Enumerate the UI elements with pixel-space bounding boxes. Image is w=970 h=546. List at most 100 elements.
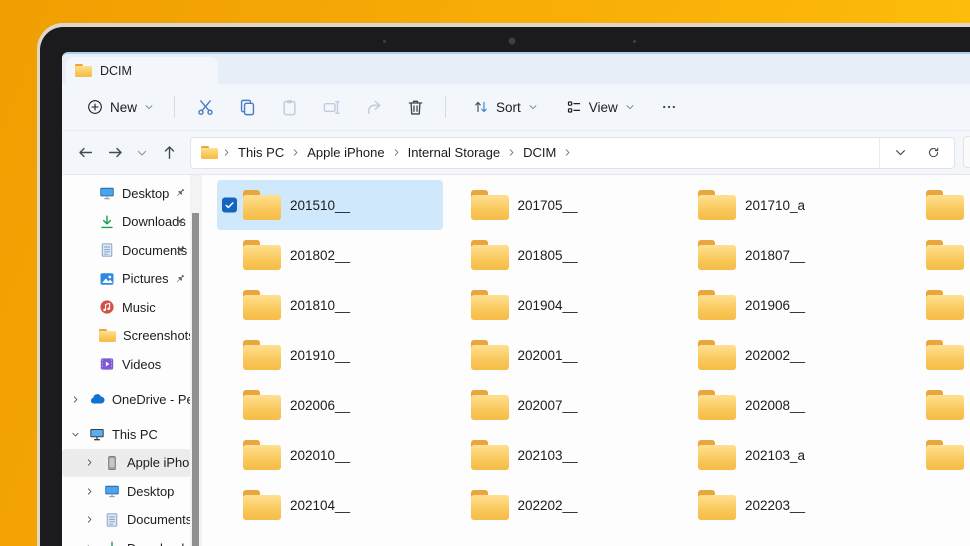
folder-tile-partial[interactable] — [900, 280, 970, 330]
laptop-screen: DCIM New Sort View This PC Apple iPhone … — [62, 52, 970, 546]
sidebar-item-label: Pictures — [122, 271, 169, 287]
folder-tile-201510[interactable]: 201510__ — [217, 180, 443, 230]
copy-button[interactable] — [226, 89, 268, 125]
folder-tile-201910[interactable]: 201910__ — [217, 330, 443, 380]
folder-tile-partial[interactable] — [900, 230, 970, 280]
chevron-right-icon[interactable] — [85, 487, 94, 496]
breadcrumb-item-internal-storage[interactable]: Internal Storage — [405, 145, 504, 160]
folder-tile-202103[interactable]: 202103__ — [445, 430, 671, 480]
folder-tile-202006[interactable]: 202006__ — [217, 380, 443, 430]
folder-tile-202002[interactable]: 202002__ — [672, 330, 898, 380]
view-button[interactable]: View — [556, 89, 645, 125]
forward-button[interactable] — [100, 137, 130, 169]
folder-tile-202001[interactable]: 202001__ — [445, 330, 671, 380]
delete-button[interactable] — [394, 89, 436, 125]
breadcrumb-item-this-pc[interactable]: This PC — [235, 145, 287, 160]
rename-button[interactable] — [310, 89, 352, 125]
share-button[interactable] — [352, 89, 394, 125]
thispc-icon — [89, 426, 105, 442]
folder-tile-201705[interactable]: 201705__ — [445, 180, 671, 230]
sidebar-item-screenshots[interactable]: Screenshots — [62, 322, 191, 351]
document-icon — [104, 512, 120, 528]
pictures-icon — [99, 271, 115, 287]
paste-button[interactable] — [268, 89, 310, 125]
sidebar-item-label: Apple iPhone — [127, 455, 191, 471]
address-dropdown-button[interactable] — [894, 138, 907, 168]
download-icon — [104, 540, 120, 546]
address-bar[interactable]: This PC Apple iPhone Internal Storage DCIM — [190, 136, 955, 169]
folder-tile-201807[interactable]: 201807__ — [672, 230, 898, 280]
folder-icon — [698, 490, 736, 520]
toolbar-divider — [174, 96, 176, 118]
new-button-label: New — [110, 99, 138, 115]
music-icon — [99, 299, 115, 315]
folder-tile-201710-a[interactable]: 201710_a — [672, 180, 898, 230]
sidebar-item-desktop[interactable]: Desktop — [62, 179, 191, 208]
chevron-right-icon[interactable] — [85, 515, 94, 524]
folder-tile-partial[interactable] — [900, 180, 970, 230]
search-box[interactable] — [963, 136, 970, 168]
sidebar-item-documents[interactable]: Documents — [62, 236, 191, 265]
folder-tile-202008[interactable]: 202008__ — [672, 380, 898, 430]
sidebar-item-videos[interactable]: Videos — [62, 350, 191, 379]
folder-tile-201810[interactable]: 201810__ — [217, 280, 443, 330]
chevron-right-icon[interactable] — [85, 458, 94, 467]
refresh-button[interactable] — [927, 138, 940, 168]
sidebar-item-this-pc[interactable]: This PC — [62, 420, 191, 449]
folder-icon — [243, 490, 281, 520]
microphone-dot-icon — [383, 40, 386, 43]
recent-locations-button[interactable] — [130, 137, 154, 169]
sidebar-scrollbar[interactable] — [192, 213, 199, 546]
sidebar-item-label: Music — [122, 299, 156, 315]
folder-tile-201906[interactable]: 201906__ — [672, 280, 898, 330]
folder-tile-202103-a[interactable]: 202103_a — [672, 430, 898, 480]
sidebar-item-downloads[interactable]: Downloads — [62, 208, 191, 237]
breadcrumb-item-dcim[interactable]: DCIM — [520, 145, 559, 160]
folder-name: 202103__ — [517, 447, 578, 463]
folder-tile-202007[interactable]: 202007__ — [445, 380, 671, 430]
selected-checkbox[interactable] — [222, 197, 237, 213]
plus-circle-icon — [87, 99, 103, 115]
folder-name: 202007__ — [517, 397, 578, 413]
sidebar-item-downloads[interactable]: Downloads — [62, 534, 191, 546]
sidebar-item-label: Videos — [122, 356, 162, 372]
folder-icon — [698, 390, 736, 420]
sidebar-item-music[interactable]: Music — [62, 293, 191, 322]
sidebar-item-apple-iphone[interactable]: Apple iPhone — [62, 448, 191, 477]
sidebar-item-documents[interactable]: Documents — [62, 506, 191, 535]
folder-icon — [75, 64, 92, 77]
folder-icon — [99, 329, 116, 343]
folder-tile-201802[interactable]: 201802__ — [217, 230, 443, 280]
sidebar-item-pictures[interactable]: Pictures — [62, 265, 191, 294]
address-row: This PC Apple iPhone Internal Storage DCIM — [62, 130, 970, 174]
folder-tile-partial[interactable] — [900, 430, 970, 480]
folder-tile-partial[interactable] — [900, 330, 970, 380]
arrow-right-icon — [107, 144, 124, 161]
tab-dcim[interactable]: DCIM — [66, 57, 218, 84]
folder-tile-202203[interactable]: 202203__ — [672, 480, 898, 530]
breadcrumb-item-apple-iphone[interactable]: Apple iPhone — [304, 145, 387, 160]
arrow-up-icon — [161, 144, 178, 161]
up-button[interactable] — [154, 137, 184, 169]
cut-button[interactable] — [184, 89, 226, 125]
refresh-icon — [927, 146, 940, 159]
folder-tile-202104[interactable]: 202104__ — [217, 480, 443, 530]
folder-name: 202202__ — [517, 497, 578, 513]
sidebar-item-label: This PC — [112, 426, 158, 442]
folder-icon — [243, 340, 281, 370]
folder-tile-201805[interactable]: 201805__ — [445, 230, 671, 280]
folder-tile-partial[interactable] — [900, 380, 970, 430]
folder-icon — [470, 440, 509, 470]
folder-icon — [470, 290, 509, 320]
folder-tile-202010[interactable]: 202010__ — [217, 430, 443, 480]
sidebar-item-onedrive-perso[interactable]: OneDrive - Perso — [62, 386, 191, 415]
folder-tile-202202[interactable]: 202202__ — [445, 480, 671, 530]
more-options-button[interactable] — [649, 89, 689, 125]
chevron-down-icon[interactable] — [71, 430, 80, 439]
new-button[interactable]: New — [76, 89, 165, 125]
back-button[interactable] — [70, 137, 100, 169]
sidebar-item-desktop[interactable]: Desktop — [62, 477, 191, 506]
sort-button[interactable]: Sort — [463, 89, 548, 125]
chevron-right-icon[interactable] — [71, 395, 80, 404]
folder-tile-201904[interactable]: 201904__ — [445, 280, 671, 330]
